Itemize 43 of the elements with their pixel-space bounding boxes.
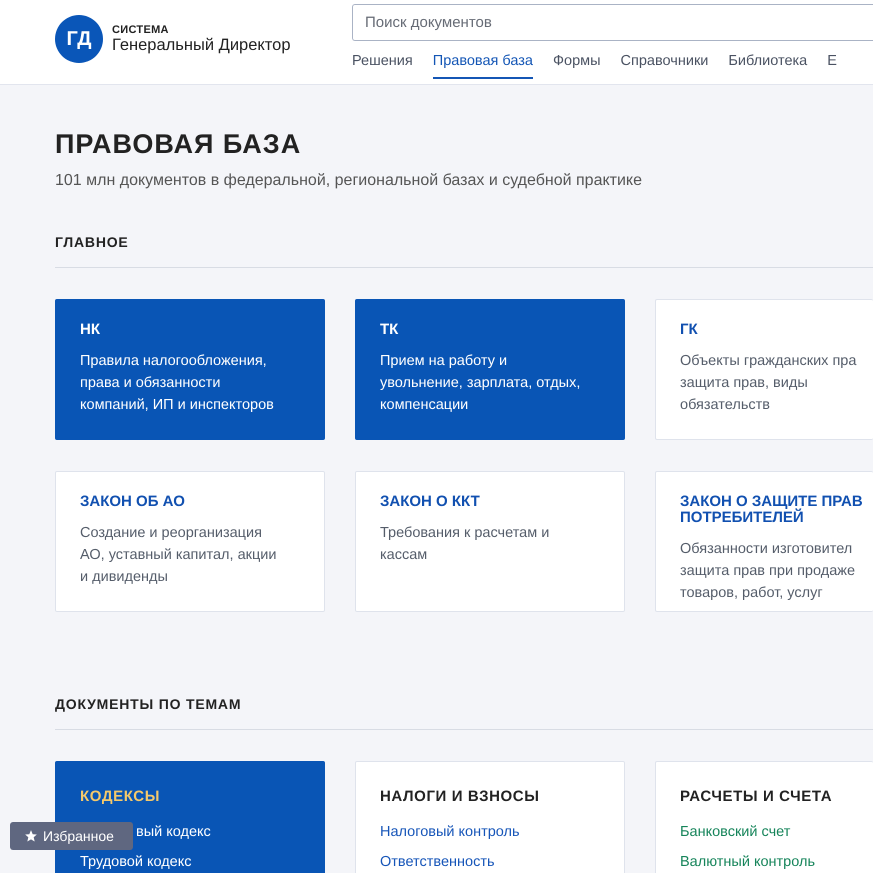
page-subtitle: 101 млн документов в федеральной, региональной базах и судебной практике: [55, 172, 643, 190]
section-title: ГЛАВНОЕ: [55, 234, 873, 268]
category-card[interactable]: ЗАКОН ОБ АО Создание и реорганизация АО, уставный капитал, акции и дивиденды: [55, 471, 325, 612]
topic-link[interactable]: Банковский счет: [680, 824, 790, 840]
topic-link[interactable]: вый кодекс: [136, 824, 211, 840]
logo-name: Генеральный Директор: [112, 36, 291, 54]
card-title: ЗАКОН О ЗАЩИТЕ ПРАВ ПОТРЕБИТЕЛЕЙ: [680, 494, 864, 526]
card-title: ГК: [680, 322, 699, 338]
card-title: ЗАКОН О ККТ: [380, 494, 481, 510]
card-title: КОДЕКСЫ: [80, 788, 161, 806]
card-title: НАЛОГИ И ВЗНОСЫ: [380, 788, 540, 806]
card-title: НК: [80, 322, 101, 338]
category-card[interactable]: ГК Объекты гражданских пра защита прав, виды обязательств: [655, 299, 873, 440]
nav-tab[interactable]: Правовая база: [432, 53, 533, 79]
category-card[interactable]: ТК Прием на работу и увольнение, зарплата, отдых, компенсации: [355, 299, 625, 440]
nav-tab[interactable]: Решения: [352, 53, 413, 79]
category-card[interactable]: НК Правила налогообложения, права и обязанности компаний, ИП и инспекторов: [55, 299, 325, 440]
card-title: РАСЧЕТЫ И СЧЕТА: [680, 788, 834, 806]
topic-link[interactable]: Ответственность: [380, 854, 495, 870]
nav-tab[interactable]: Справочники: [620, 53, 708, 79]
page-title: ПРАВОВАЯ БАЗА: [55, 129, 302, 160]
nav-tab[interactable]: Формы: [553, 53, 601, 79]
card-description: Правила налогообложения, права и обязанности компаний, ИП и инспекторов: [80, 352, 275, 415]
favorites-button[interactable]: Избранное: [10, 822, 133, 850]
category-card[interactable]: ЗАКОН О ЗАЩИТЕ ПРАВ ПОТРЕБИТЕЛЕЙ Обязанности изготовител защита прав при продаже товаров, работ, услуг: [655, 471, 873, 612]
card-description: Прием на работу и увольнение, зарплата, отдых, компенсации: [380, 352, 582, 415]
topic-link[interactable]: Налоговый контроль: [380, 824, 520, 840]
nav-tab[interactable]: Библиотека: [728, 53, 808, 79]
card-description: Создание и реорганизация АО, уставный капитал, акции и дивиденды: [80, 524, 278, 587]
card-description: Объекты гражданских пра защита прав, виды обязательств: [680, 352, 858, 415]
category-card[interactable]: ЗАКОН О ККТ Требования к расчетам и кассам: [355, 471, 625, 612]
card-description: Требования к расчетам и кассам: [380, 524, 550, 565]
topic-link[interactable]: Трудовой кодекс: [80, 854, 192, 870]
logo-badge: ГД: [55, 15, 103, 63]
logo-overline: СИСТЕМА: [112, 24, 170, 36]
section-title: ДОКУМЕНТЫ ПО ТЕМАМ: [55, 696, 873, 730]
topic-link[interactable]: Валютный контроль: [680, 854, 815, 870]
card-title: ТК: [380, 322, 400, 338]
card-title: ЗАКОН ОБ АО: [80, 494, 186, 510]
card-description: Обязанности изготовител защита прав при продаже товаров, работ, услуг: [680, 540, 856, 603]
search-field[interactable]: Поиск документов: [352, 4, 873, 41]
nav-tab[interactable]: Е: [827, 53, 837, 79]
star-icon: [24, 829, 38, 843]
